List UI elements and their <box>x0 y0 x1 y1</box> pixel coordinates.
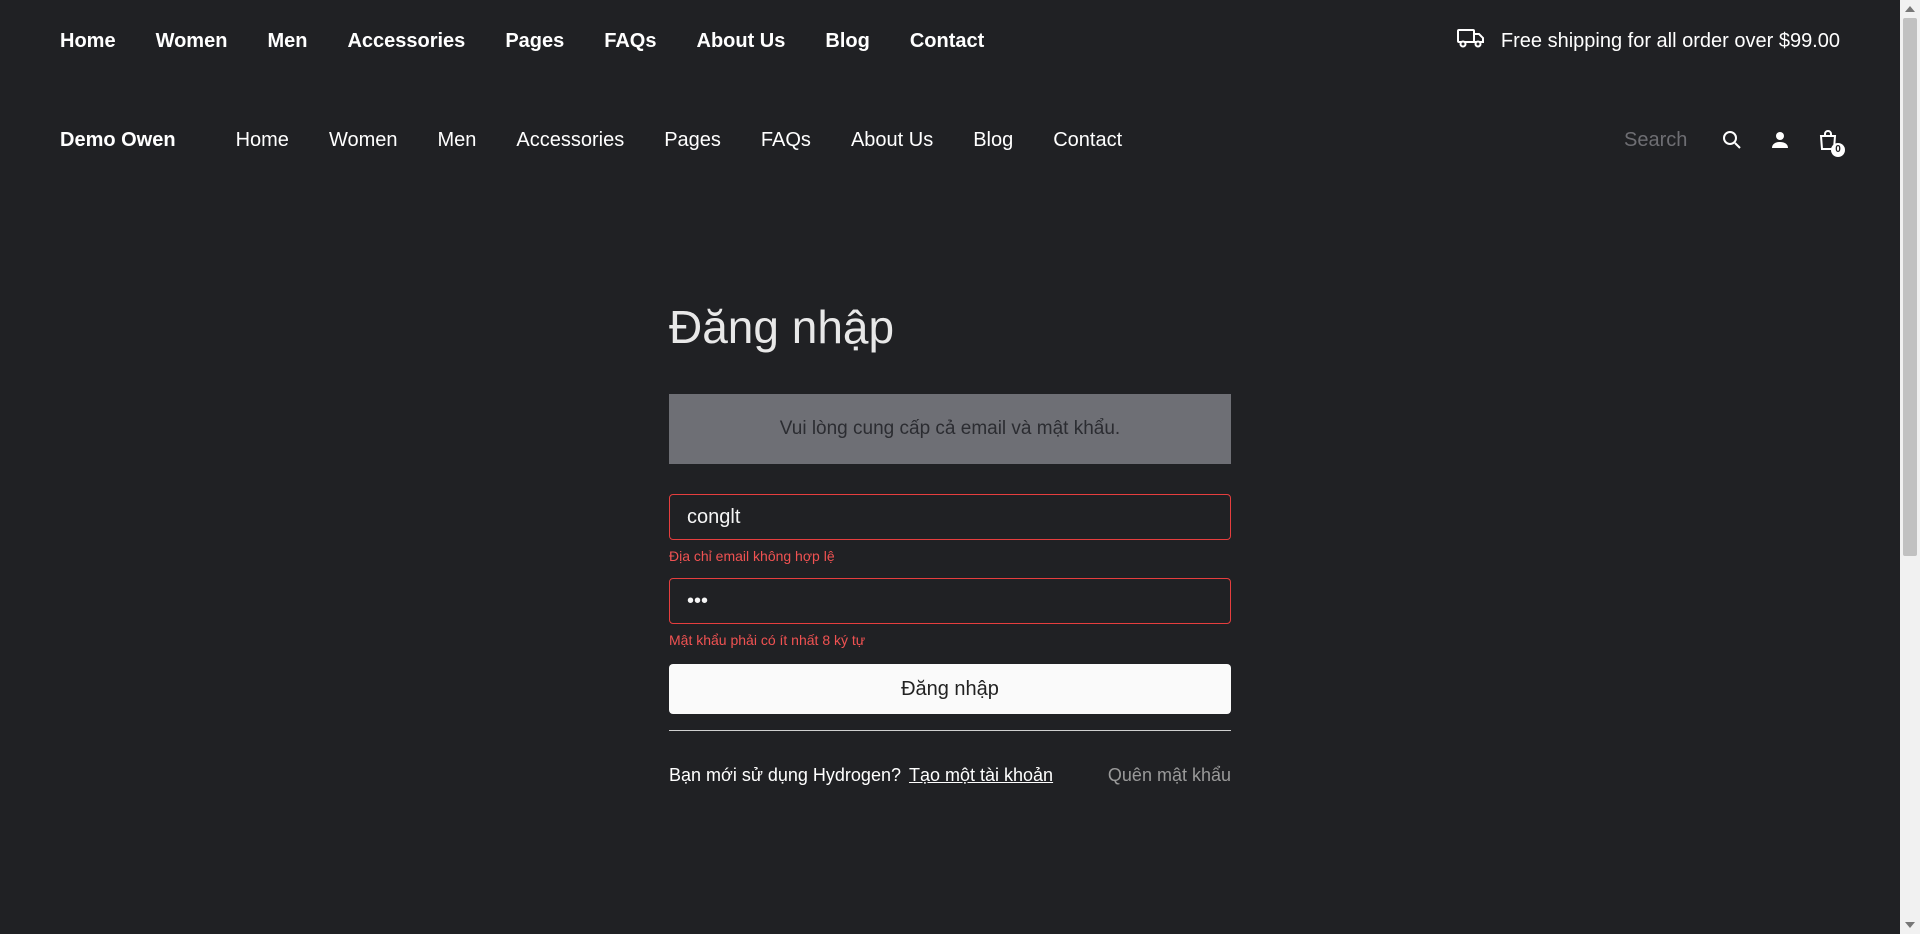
top-nav: Home Women Men Accessories Pages FAQs Ab… <box>60 30 984 53</box>
brand-logo[interactable]: Demo Owen <box>60 129 176 152</box>
shipping-text: Free shipping for all order over $99.00 <box>1500 29 1840 52</box>
login-form: Đăng nhập Vui lòng cung cấp cả email và … <box>669 300 1231 786</box>
top-nav-about-us[interactable]: About Us <box>697 30 786 53</box>
main-header: Demo Owen Home Women Men Accessories Pag… <box>0 100 1900 180</box>
signup-prompt: Bạn mới sử dụng Hydrogen? Tạo một tài kho… <box>669 765 1053 786</box>
top-nav-pages[interactable]: Pages <box>505 30 564 53</box>
email-input[interactable] <box>685 504 1215 530</box>
password-error: Mật khẩu phải có ít nhất 8 ký tự <box>669 632 866 648</box>
forgot-password-link[interactable]: Quên mật khẩu <box>1108 765 1231 786</box>
nav-accessories[interactable]: Accessories <box>516 129 624 152</box>
top-nav-home[interactable]: Home <box>60 30 116 53</box>
nav-home[interactable]: Home <box>236 129 289 152</box>
scroll-up-icon[interactable] <box>1905 6 1915 12</box>
search-input[interactable] <box>1622 127 1696 153</box>
top-nav-blog[interactable]: Blog <box>825 30 869 53</box>
top-nav-contact[interactable]: Contact <box>910 30 984 53</box>
new-user-text: Bạn mới sử dụng Hydrogen? <box>669 765 901 785</box>
nav-blog[interactable]: Blog <box>973 129 1013 152</box>
top-nav-men[interactable]: Men <box>267 30 307 53</box>
email-field[interactable] <box>669 494 1231 540</box>
scrollbar[interactable] <box>1900 0 1920 934</box>
scroll-down-icon[interactable] <box>1905 922 1915 928</box>
nav-about-us[interactable]: About Us <box>851 129 933 152</box>
email-error: Địa chỉ email không hợp lệ <box>669 548 835 564</box>
shipping-notice: Free shipping for all order over $99.00 <box>1456 27 1840 55</box>
main-nav: Home Women Men Accessories Pages FAQs Ab… <box>236 129 1123 152</box>
cart-count-badge: 0 <box>1831 143 1845 157</box>
create-account-link[interactable]: Tạo một tài khoản <box>909 765 1053 785</box>
top-nav-faqs[interactable]: FAQs <box>604 30 656 53</box>
search-icon[interactable] <box>1720 128 1744 152</box>
nav-faqs[interactable]: FAQs <box>761 129 811 152</box>
user-icon[interactable] <box>1768 128 1792 152</box>
scroll-thumb[interactable] <box>1903 18 1917 556</box>
nav-contact[interactable]: Contact <box>1053 129 1122 152</box>
login-button[interactable]: Đăng nhập <box>669 664 1231 714</box>
top-nav-women[interactable]: Women <box>156 30 228 53</box>
page-title: Đăng nhập <box>669 301 895 353</box>
password-field[interactable] <box>669 578 1231 624</box>
bag-icon[interactable]: 0 <box>1816 128 1845 157</box>
announcement-bar: Home Women Men Accessories Pages FAQs Ab… <box>0 0 1900 82</box>
nav-women[interactable]: Women <box>329 129 398 152</box>
truck-icon <box>1456 27 1485 55</box>
password-input[interactable] <box>685 588 1215 614</box>
top-nav-accessories[interactable]: Accessories <box>347 30 465 53</box>
divider <box>669 730 1231 731</box>
login-footer: Bạn mới sử dụng Hydrogen? Tạo một tài kho… <box>669 765 1231 786</box>
header-tools: 0 <box>1622 127 1845 157</box>
form-alert: Vui lòng cung cấp cả email và mật khẩu. <box>669 394 1231 464</box>
nav-men[interactable]: Men <box>437 129 476 152</box>
nav-pages[interactable]: Pages <box>664 129 721 152</box>
